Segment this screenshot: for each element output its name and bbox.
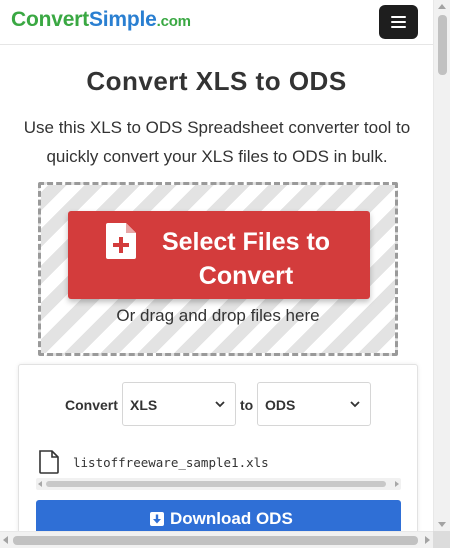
download-button[interactable]: Download ODS	[36, 500, 401, 531]
menu-bar-line	[391, 21, 406, 23]
converter-card: Convert XLS to ODS listoffreeware_sample…	[18, 364, 418, 531]
select-files-label: Select Files to Convert	[161, 228, 331, 290]
from-format-select[interactable]: XLS	[122, 382, 236, 426]
page-title: Convert XLS to ODS	[86, 66, 347, 96]
site-header: ConvertSimple.com	[0, 0, 433, 44]
select-files-button[interactable]: Select Files to Convert	[68, 211, 370, 299]
vertical-scrollbar-thumb[interactable]	[438, 15, 447, 75]
chevron-down-icon	[215, 401, 225, 408]
scroll-right-arrow-icon[interactable]	[395, 481, 399, 487]
menu-bar-line	[391, 26, 406, 28]
hamburger-menu-icon[interactable]	[379, 5, 418, 39]
scrollbar-thumb[interactable]	[46, 481, 386, 487]
download-label: Download ODS	[170, 509, 293, 528]
page-description: Use this XLS to ODS Spreadsheet converte…	[23, 118, 411, 166]
convert-label: Convert	[65, 397, 118, 413]
scrollbar-corner	[433, 531, 450, 548]
from-format-value: XLS	[130, 397, 158, 413]
drag-drop-hint: Or drag and drop files here	[116, 306, 320, 325]
page-vertical-scrollbar[interactable]	[433, 0, 450, 531]
scroll-right-arrow-icon[interactable]	[425, 536, 430, 544]
scroll-left-arrow-icon[interactable]	[3, 536, 8, 544]
scroll-left-arrow-icon[interactable]	[38, 481, 42, 487]
menu-bar-line	[391, 16, 406, 18]
file-name: listoffreeware_sample1.xls	[73, 455, 269, 470]
header-divider	[0, 44, 433, 45]
site-logo[interactable]: ConvertSimple.com	[11, 8, 191, 32]
file-drop-zone[interactable]: Select Files to Convert Or drag and drop…	[38, 182, 398, 356]
file-icon	[39, 450, 59, 474]
chevron-down-icon	[350, 401, 360, 408]
download-icon	[150, 512, 164, 526]
file-list-scrollbar[interactable]	[36, 478, 401, 490]
to-format-select[interactable]: ODS	[257, 382, 371, 426]
to-format-value: ODS	[265, 397, 296, 413]
page-viewport: ConvertSimple.com Convert XLS to ODS Use…	[0, 0, 433, 531]
scroll-down-arrow-icon[interactable]	[438, 522, 446, 527]
to-label: to	[240, 397, 254, 413]
logo-text-convert: Convert	[11, 8, 89, 31]
logo-text-dotcom: .com	[156, 13, 191, 30]
scroll-up-arrow-icon[interactable]	[438, 4, 446, 9]
page-horizontal-scrollbar[interactable]	[0, 531, 433, 548]
logo-text-simple: Simple	[88, 8, 157, 31]
horizontal-scrollbar-thumb[interactable]	[13, 536, 418, 545]
